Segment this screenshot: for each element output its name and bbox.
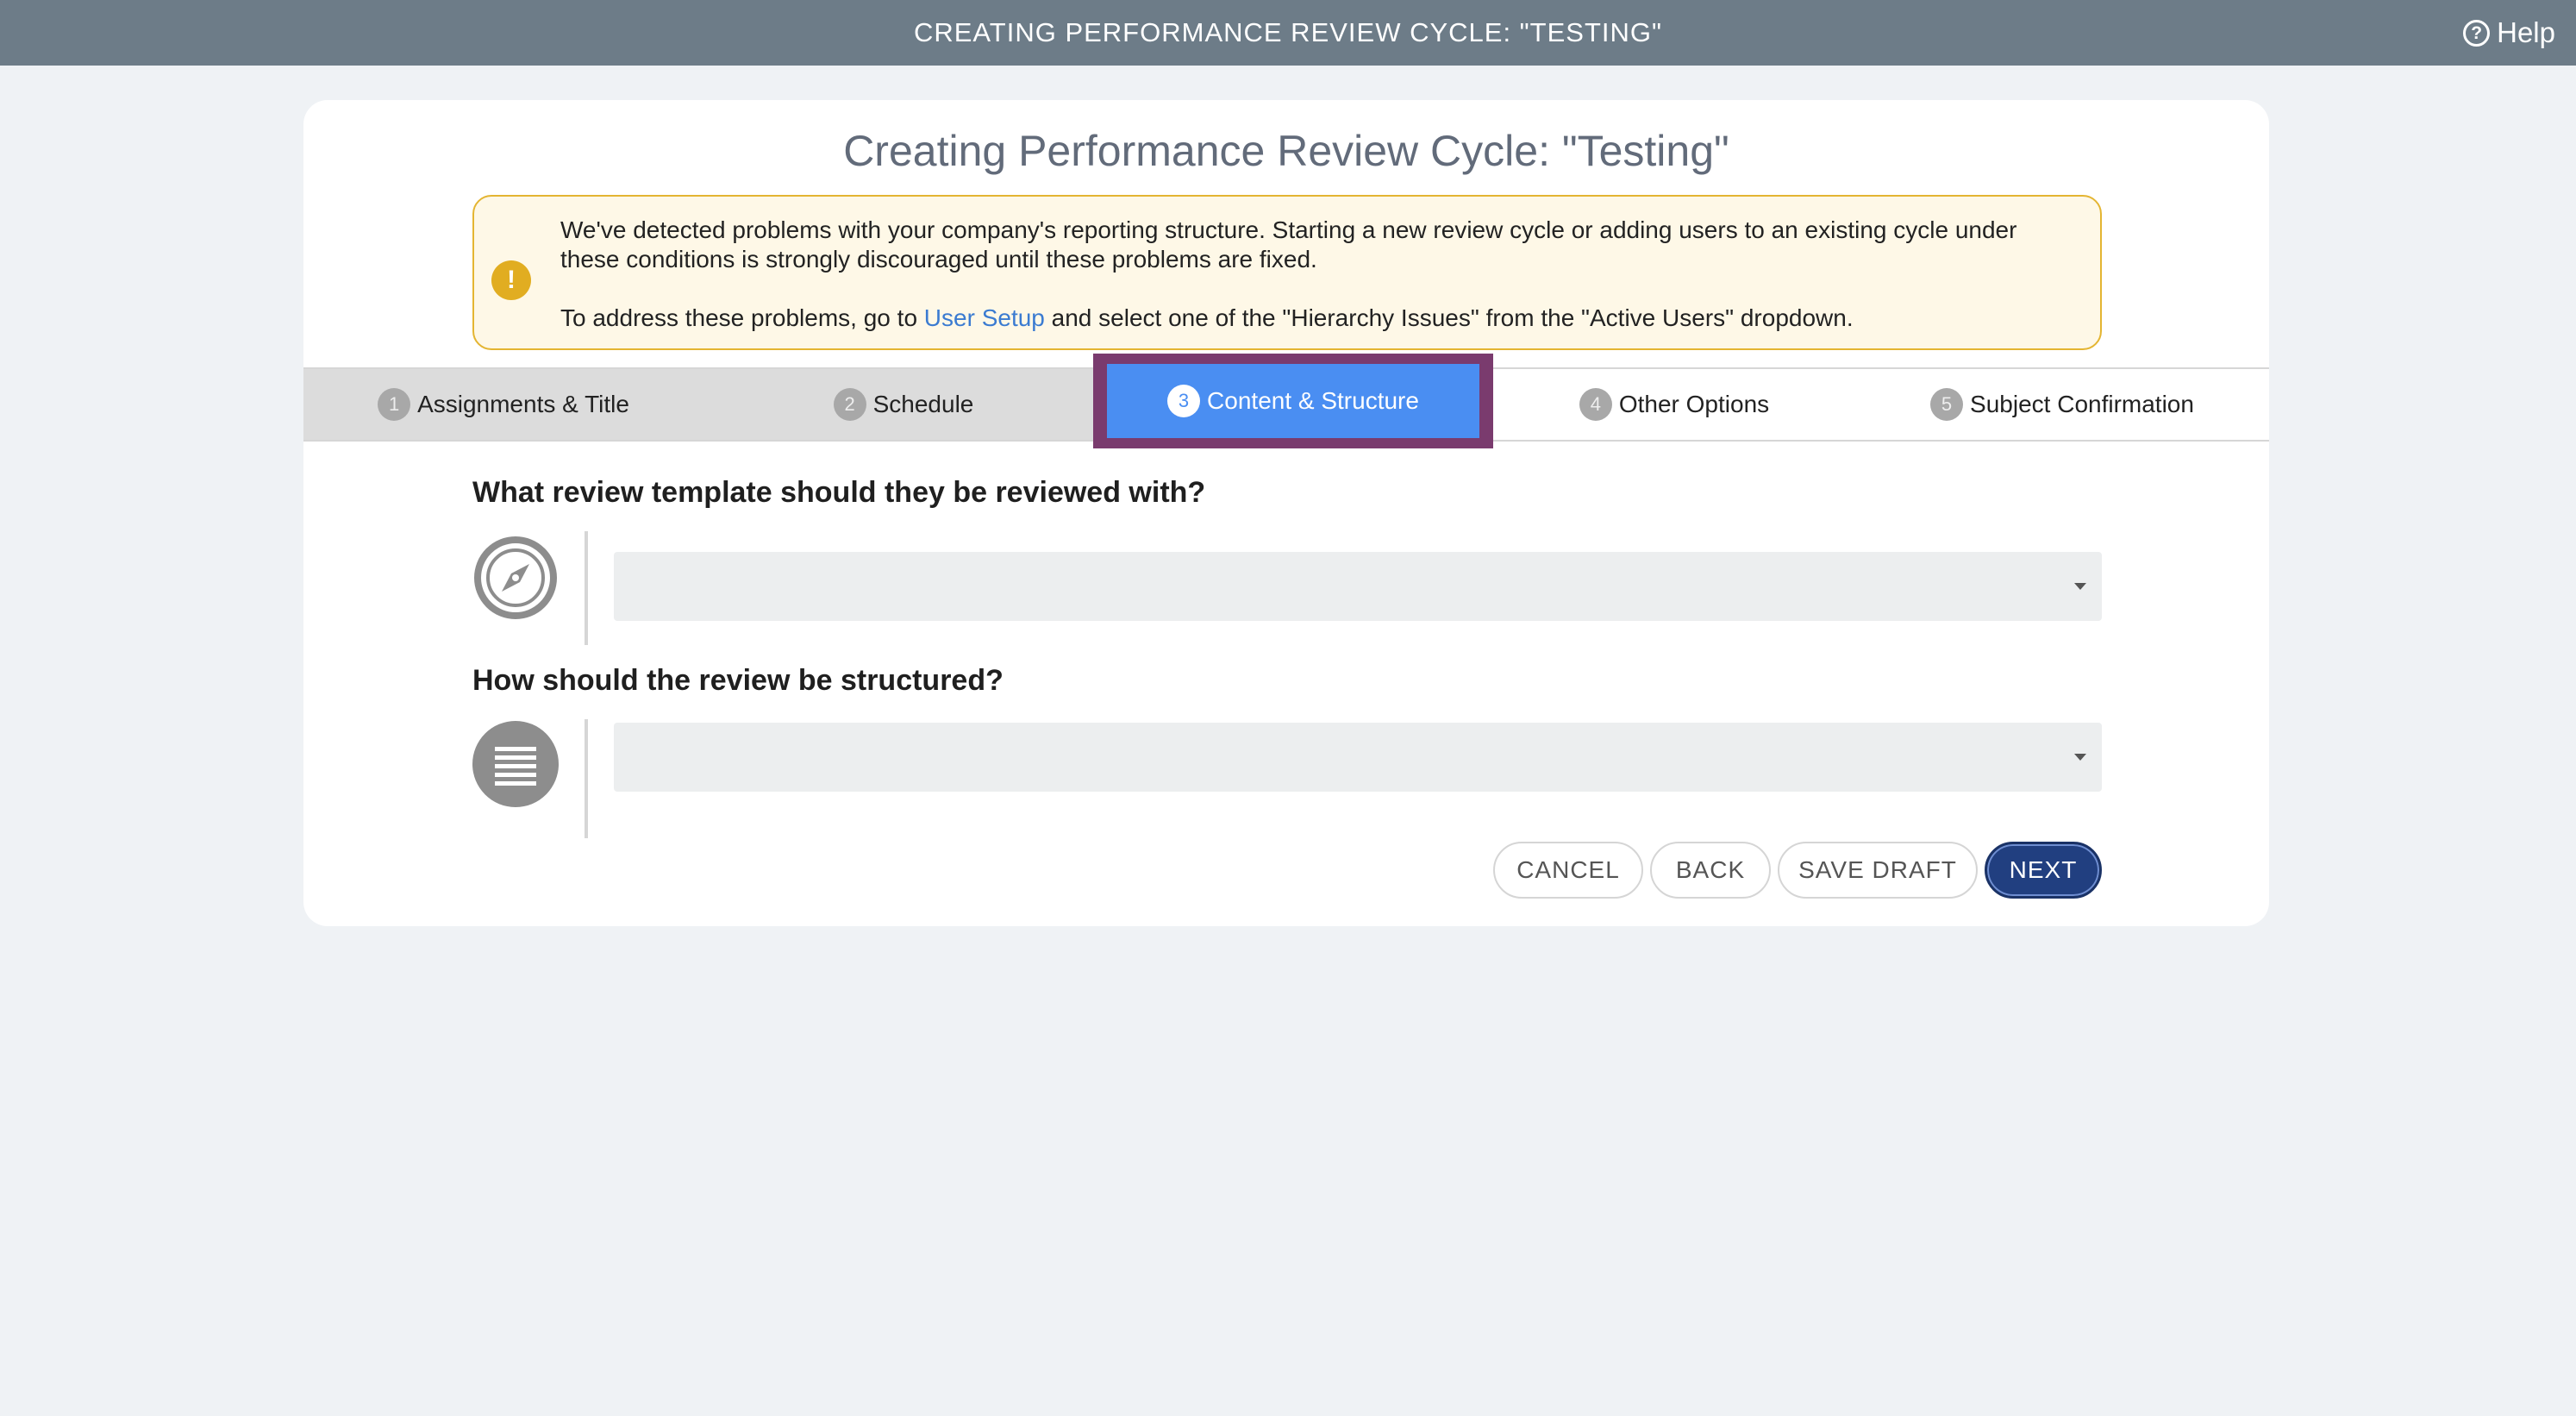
topbar-title: CREATING PERFORMANCE REVIEW CYCLE: "TEST… <box>913 17 1663 47</box>
step-number: 2 <box>833 388 866 421</box>
alert-line-1: We've detected problems with your compan… <box>560 216 2017 273</box>
help-icon: ? <box>2463 19 2491 47</box>
compass-icon <box>472 535 559 621</box>
cancel-button[interactable]: CANCEL <box>1493 842 1643 899</box>
step-label: Subject Confirmation <box>1970 391 2194 417</box>
help-label: Help <box>2497 16 2555 48</box>
step-content-structure[interactable]: 3 Content & Structure <box>1093 354 1493 448</box>
step-label: Assignments & Title <box>417 391 629 417</box>
step-number: 5 <box>1930 388 1964 421</box>
next-button[interactable]: NEXT <box>1985 842 2102 899</box>
review-template-select[interactable] <box>614 552 2102 621</box>
step-assignments-title[interactable]: 1 Assignments & Title <box>303 369 703 440</box>
save-draft-button[interactable]: SAVE DRAFT <box>1778 842 1978 899</box>
question-divider <box>585 531 588 645</box>
step-number: 1 <box>378 388 411 421</box>
step-subject-confirmation[interactable]: 5 Subject Confirmation <box>1855 369 2269 440</box>
step-label: Other Options <box>1618 391 1770 417</box>
user-setup-link[interactable]: User Setup <box>924 304 1045 331</box>
chevron-down-icon <box>2074 754 2086 761</box>
alert-line-2-prefix: To address these problems, go to <box>560 304 924 331</box>
step-schedule[interactable]: 2 Schedule <box>703 369 1104 440</box>
top-bar: CREATING PERFORMANCE REVIEW CYCLE: "TEST… <box>0 0 2576 66</box>
alert-text: We've detected problems with your compan… <box>560 216 2078 333</box>
alert-line-2: To address these problems, go to User Se… <box>560 304 2078 333</box>
question-divider <box>585 719 588 838</box>
review-structure-select[interactable] <box>614 723 2102 792</box>
step-label: Schedule <box>872 391 974 417</box>
chevron-down-icon <box>2074 583 2086 590</box>
structure-question-label: How should the review be structured? <box>472 664 1004 697</box>
wizard-steps: 1 Assignments & Title 2 Schedule 3 Conte… <box>303 354 2269 448</box>
main-card: Creating Performance Review Cycle: "Test… <box>303 100 2269 926</box>
step-label: Content & Structure <box>1207 387 1419 414</box>
list-icon <box>472 721 559 807</box>
step-other-options[interactable]: 4 Other Options <box>1493 369 1855 440</box>
page-title: Creating Performance Review Cycle: "Test… <box>843 127 1729 175</box>
template-question-label: What review template should they be revi… <box>472 476 1206 509</box>
warning-alert: ! We've detected problems with your comp… <box>472 195 2102 350</box>
active-step-tab: 3 Content & Structure <box>1107 364 1479 438</box>
exclamation-icon: ! <box>491 260 531 300</box>
back-button[interactable]: BACK <box>1650 842 1771 899</box>
step-number: 4 <box>1579 388 1612 421</box>
step-number: 3 <box>1167 385 1201 417</box>
help-link[interactable]: ? Help <box>2463 0 2555 66</box>
alert-line-2-suffix: and select one of the "Hierarchy Issues"… <box>1044 304 1854 331</box>
